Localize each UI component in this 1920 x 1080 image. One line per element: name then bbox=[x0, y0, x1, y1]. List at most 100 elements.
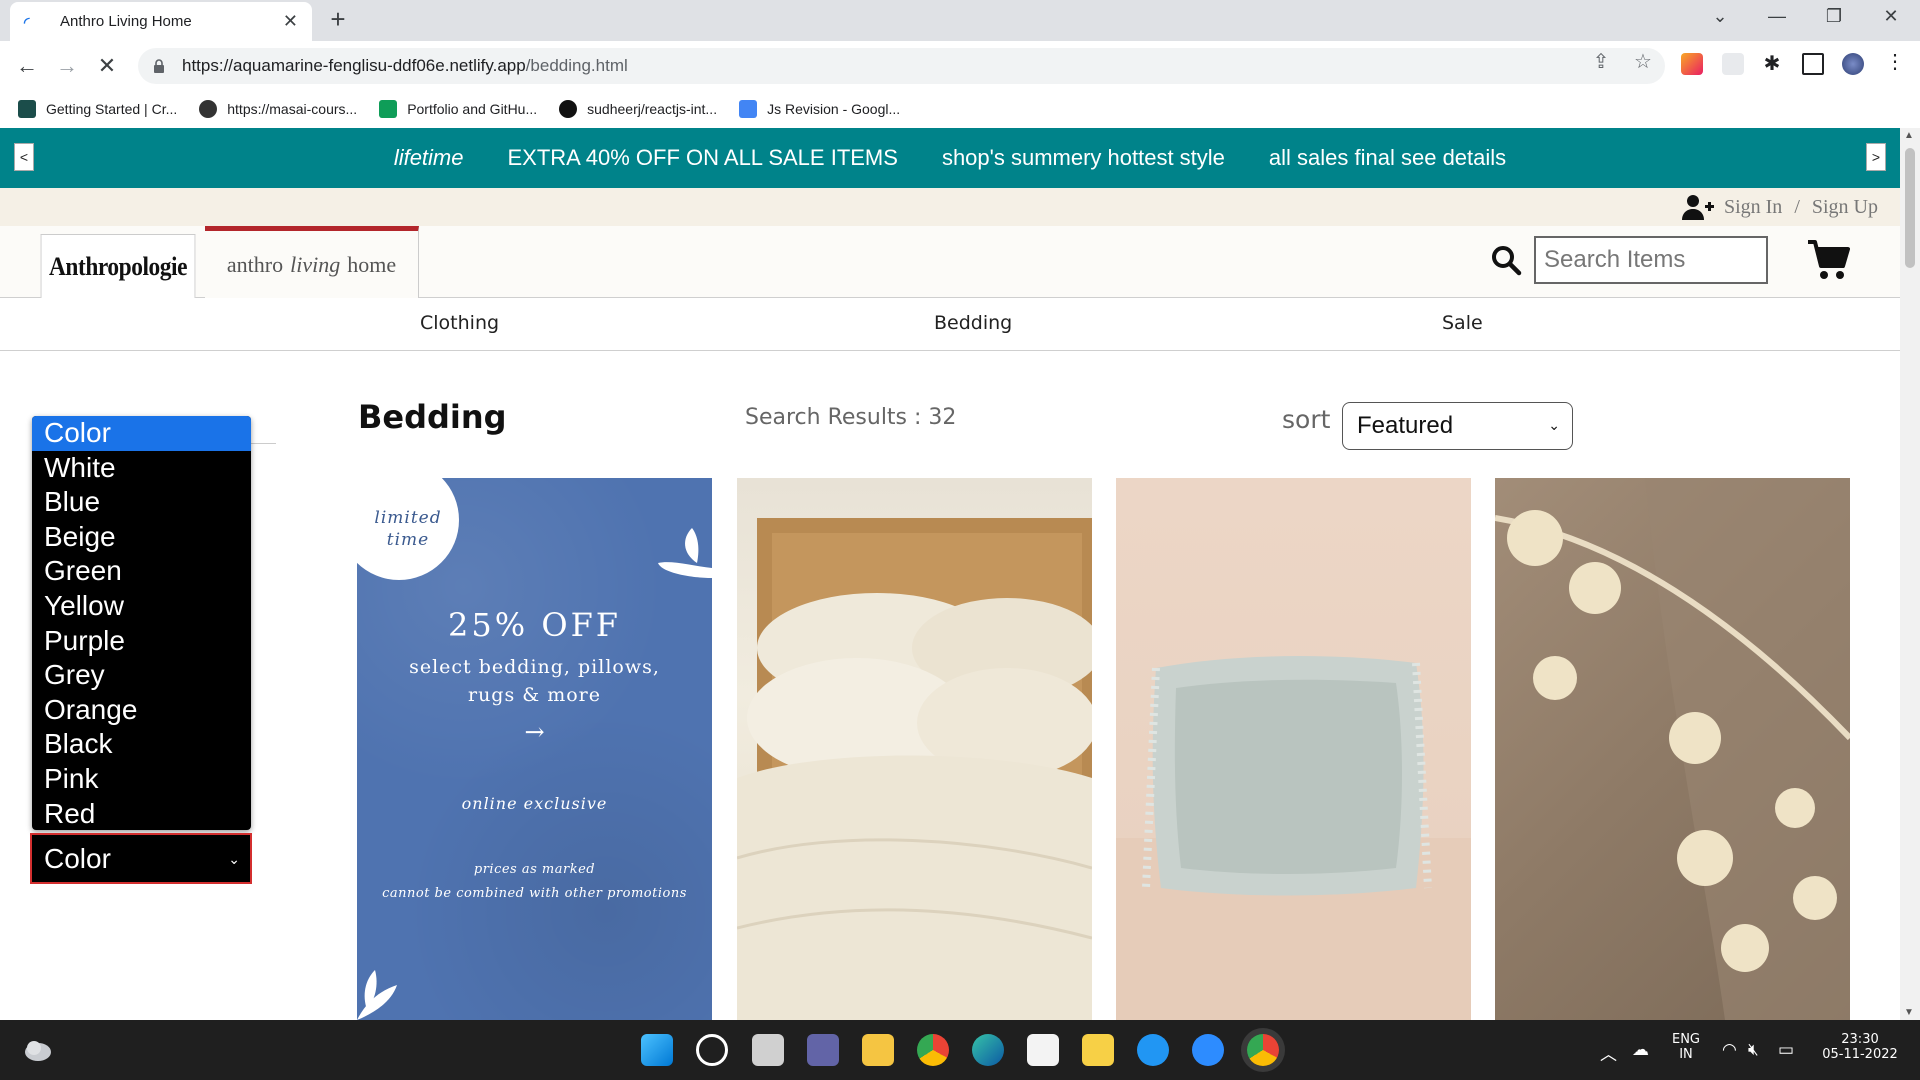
wifi-icon[interactable]: ◠ bbox=[1722, 1040, 1737, 1060]
share-icon[interactable]: ⇪ bbox=[1586, 49, 1616, 74]
scroll-down-arrow-icon[interactable]: ▼ bbox=[1904, 1007, 1914, 1018]
product-card-promo[interactable]: limited time 25% OFF select bedding, pil… bbox=[357, 478, 712, 1020]
bookmark-item[interactable]: https://masai-cours... bbox=[199, 100, 357, 118]
sign-up-link[interactable]: Sign Up bbox=[1812, 196, 1878, 219]
tab-title: Anthro Living Home bbox=[60, 13, 192, 30]
scroll-up-arrow-icon[interactable]: ▲ bbox=[1904, 130, 1914, 141]
bookmark-item[interactable]: Js Revision - Googl... bbox=[739, 100, 900, 118]
start-menu-icon[interactable] bbox=[641, 1034, 673, 1066]
nav-item-sale[interactable]: Sale bbox=[1442, 312, 1483, 334]
promo-fineprint: prices as marked bbox=[473, 862, 596, 877]
color-selected-value: Color bbox=[44, 842, 111, 874]
sheets-icon bbox=[379, 100, 398, 118]
onedrive-icon[interactable]: ☁ bbox=[1632, 1040, 1649, 1060]
app-icon bbox=[18, 100, 36, 118]
results-count: Search Results : 32 bbox=[745, 405, 957, 430]
store-icon[interactable] bbox=[1027, 1034, 1059, 1066]
chrome-active-icon[interactable] bbox=[1247, 1034, 1279, 1066]
forward-button[interactable]: → bbox=[54, 53, 80, 79]
arrow-right-icon: → bbox=[524, 718, 545, 746]
chevron-down-icon: ⌄ bbox=[228, 851, 240, 867]
stop-loading-button[interactable]: ✕ bbox=[94, 53, 120, 79]
bookmark-item[interactable]: Portfolio and GitHu... bbox=[379, 100, 537, 118]
battery-icon[interactable]: ▭ bbox=[1778, 1040, 1794, 1060]
weather-icon[interactable] bbox=[22, 1036, 52, 1064]
search-taskbar-icon[interactable] bbox=[696, 1034, 728, 1066]
new-tab-button[interactable]: + bbox=[324, 6, 352, 34]
file-explorer-icon[interactable] bbox=[862, 1034, 894, 1066]
brand-logo[interactable]: Anthropologie bbox=[40, 234, 196, 298]
color-option[interactable]: Yellow bbox=[32, 589, 251, 624]
help-icon[interactable] bbox=[1137, 1034, 1169, 1066]
address-bar[interactable]: https://aquamarine-fenglisu-ddf06e.netli… bbox=[138, 48, 1665, 84]
color-option[interactable]: Pink bbox=[32, 762, 251, 797]
color-option[interactable]: Purple bbox=[32, 624, 251, 659]
teams-chat-icon[interactable] bbox=[807, 1034, 839, 1066]
volume-muted-icon[interactable]: 🔇︎ bbox=[1748, 1040, 1759, 1060]
color-option[interactable]: Grey bbox=[32, 658, 251, 693]
edge-icon[interactable] bbox=[972, 1034, 1004, 1066]
color-dropdown-list: Color White Blue Beige Green Yellow Purple Grey… bbox=[32, 416, 251, 830]
account-links: Sign In / Sign Up bbox=[1681, 194, 1878, 220]
restore-button[interactable]: ❐ bbox=[1814, 6, 1854, 27]
extension-pen-icon[interactable] bbox=[1681, 53, 1703, 75]
search-icon[interactable] bbox=[1490, 244, 1522, 276]
color-filter-select[interactable]: Color ⌄ bbox=[30, 833, 252, 884]
product-card-image[interactable] bbox=[737, 478, 1092, 1020]
anthro-living-home-tab[interactable]: anthro living home bbox=[205, 226, 419, 298]
back-button[interactable]: ← bbox=[14, 53, 40, 79]
nav-item-bedding[interactable]: Bedding bbox=[934, 312, 1012, 334]
clock[interactable]: 23:30 05-11-2022 bbox=[1818, 1032, 1902, 1062]
color-option[interactable]: Orange bbox=[32, 693, 251, 728]
extensions-puzzle-icon[interactable]: ✱ bbox=[1757, 51, 1787, 76]
color-option[interactable]: Blue bbox=[32, 485, 251, 520]
promo-message: all sales final see details bbox=[1268, 145, 1507, 170]
bookmark-item[interactable]: sudheerj/reactjs-int... bbox=[559, 100, 717, 118]
chrome-icon[interactable] bbox=[917, 1034, 949, 1066]
site-header: Anthropologie anthro living home bbox=[0, 226, 1900, 298]
globe-icon bbox=[199, 100, 218, 118]
search-input[interactable] bbox=[1534, 236, 1768, 284]
shopping-cart-icon[interactable] bbox=[1806, 238, 1850, 282]
sort-select[interactable]: Featured ⌄ bbox=[1342, 402, 1573, 450]
promo-next-button[interactable]: > bbox=[1866, 143, 1886, 171]
side-panel-icon[interactable] bbox=[1802, 53, 1824, 75]
color-option[interactable]: Red bbox=[32, 797, 251, 830]
extension-blank-icon[interactable] bbox=[1722, 53, 1744, 75]
profile-avatar[interactable] bbox=[1842, 53, 1864, 75]
bookmark-star-icon[interactable]: ☆ bbox=[1628, 49, 1658, 74]
product-card-image[interactable] bbox=[1495, 478, 1850, 1020]
color-option[interactable]: Beige bbox=[32, 520, 251, 555]
color-option[interactable]: Green bbox=[32, 554, 251, 589]
task-view-icon[interactable] bbox=[752, 1034, 784, 1066]
promo-banner: < lifetime EXTRA 40% OFF ON ALL SALE ITE… bbox=[0, 128, 1900, 188]
page-scrollbar[interactable]: ▲ ▼ bbox=[1900, 128, 1920, 1020]
scroll-thumb[interactable] bbox=[1905, 148, 1915, 268]
browser-tab[interactable]: ◜ Anthro Living Home ✕ bbox=[10, 2, 312, 41]
lock-icon bbox=[154, 59, 164, 73]
close-window-button[interactable]: ✕ bbox=[1871, 6, 1911, 27]
chevron-up-icon[interactable]: ︿ bbox=[1600, 1040, 1617, 1065]
browser-menu-icon[interactable]: ⋮ bbox=[1880, 49, 1910, 74]
bookmark-item[interactable]: Getting Started | Cr... bbox=[18, 100, 177, 118]
notes-app-icon[interactable] bbox=[1082, 1034, 1114, 1066]
category-nav: Clothing Bedding Sale bbox=[0, 299, 1900, 351]
url-host: https://aquamarine-fenglisu-ddf06e.netli… bbox=[182, 56, 526, 75]
nav-item-clothing[interactable]: Clothing bbox=[420, 312, 499, 334]
docs-icon bbox=[739, 100, 758, 118]
promo-message: shop's summery hottest style bbox=[941, 145, 1225, 170]
color-option[interactable]: White bbox=[32, 451, 251, 486]
language-indicator[interactable]: ENG IN bbox=[1668, 1032, 1704, 1062]
leaf-decoration-icon bbox=[658, 528, 712, 578]
sign-in-link[interactable]: Sign In bbox=[1724, 196, 1782, 219]
chevron-down-icon: ⌄ bbox=[1548, 417, 1560, 433]
color-option[interactable]: Color bbox=[32, 416, 251, 451]
product-card-image[interactable] bbox=[1116, 478, 1471, 1020]
tab-search-icon[interactable]: ⌄ bbox=[1700, 6, 1740, 27]
promo-prev-button[interactable]: < bbox=[14, 143, 34, 171]
color-option[interactable]: Black bbox=[32, 727, 251, 762]
zoom-icon[interactable] bbox=[1192, 1034, 1224, 1066]
tab-close-icon[interactable]: ✕ bbox=[283, 11, 298, 32]
add-user-icon bbox=[1681, 195, 1714, 220]
minimize-button[interactable]: — bbox=[1757, 6, 1797, 27]
